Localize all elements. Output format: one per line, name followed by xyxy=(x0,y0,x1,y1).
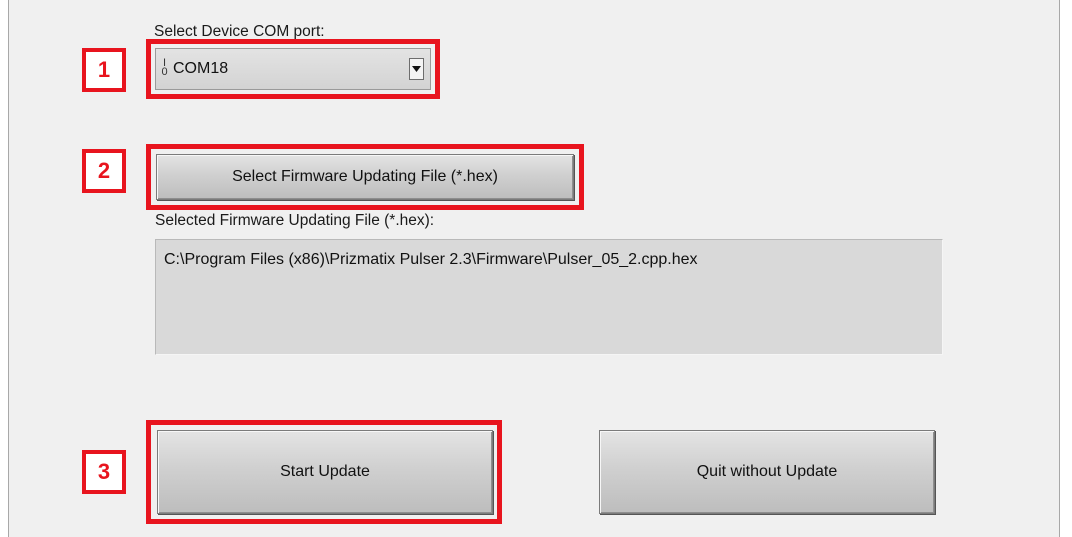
selected-file-path: C:\Program Files (x86)\Prizmatix Pulser … xyxy=(155,239,943,355)
step-badge-2: 2 xyxy=(82,149,126,193)
quit-without-update-button[interactable]: Quit without Update xyxy=(599,430,935,514)
start-update-button[interactable]: Start Update xyxy=(157,430,493,514)
chevron-down-icon[interactable] xyxy=(409,58,424,80)
select-firmware-file-button[interactable]: Select Firmware Updating File (*.hex) xyxy=(156,154,574,200)
step-badge-1: 1 xyxy=(82,48,126,92)
com-port-select[interactable]: I0 COM18 xyxy=(155,48,431,90)
com-port-value: COM18 xyxy=(173,60,229,77)
selected-file-label: Selected Firmware Updating File (*.hex): xyxy=(155,212,435,229)
io-icon: I0 xyxy=(161,57,168,78)
step-badge-3: 3 xyxy=(82,450,126,494)
